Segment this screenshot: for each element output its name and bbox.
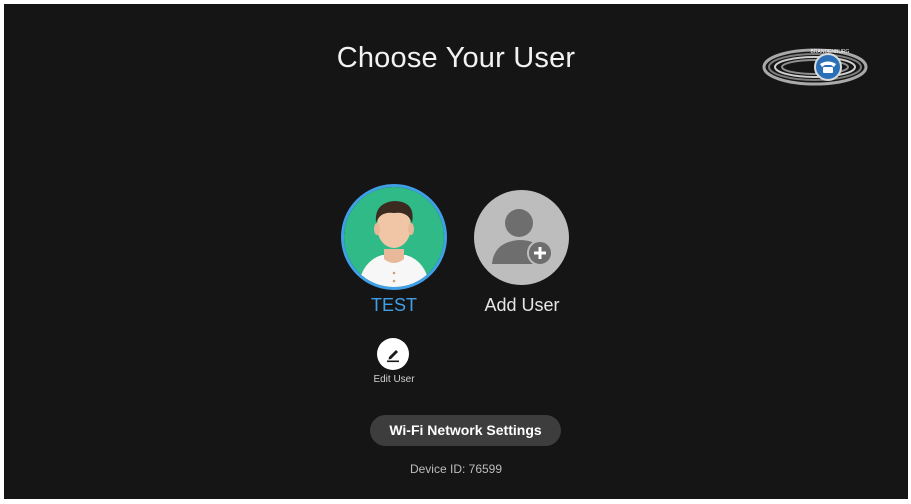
screen: Choose Your User BRANDENBURG TEST Add Us… xyxy=(4,4,908,499)
device-id-text: Device ID: 76599 xyxy=(409,462,503,476)
logo-text: BRANDENBURG xyxy=(811,49,850,55)
add-user-icon xyxy=(474,190,569,285)
add-user-button[interactable] xyxy=(474,190,569,285)
user-portrait-icon xyxy=(344,187,444,287)
user-name-test[interactable]: TEST xyxy=(344,295,444,316)
edit-user-button[interactable] xyxy=(377,338,409,370)
edit-user-label: Edit User xyxy=(373,374,415,385)
wifi-network-settings-button[interactable]: Wi-Fi Network Settings xyxy=(370,415,561,446)
pencil-icon xyxy=(387,350,399,363)
add-user-label[interactable]: Add User xyxy=(466,295,578,316)
user-avatar-test[interactable] xyxy=(341,184,447,290)
brandenburg-logo: BRANDENBURG xyxy=(762,48,868,86)
